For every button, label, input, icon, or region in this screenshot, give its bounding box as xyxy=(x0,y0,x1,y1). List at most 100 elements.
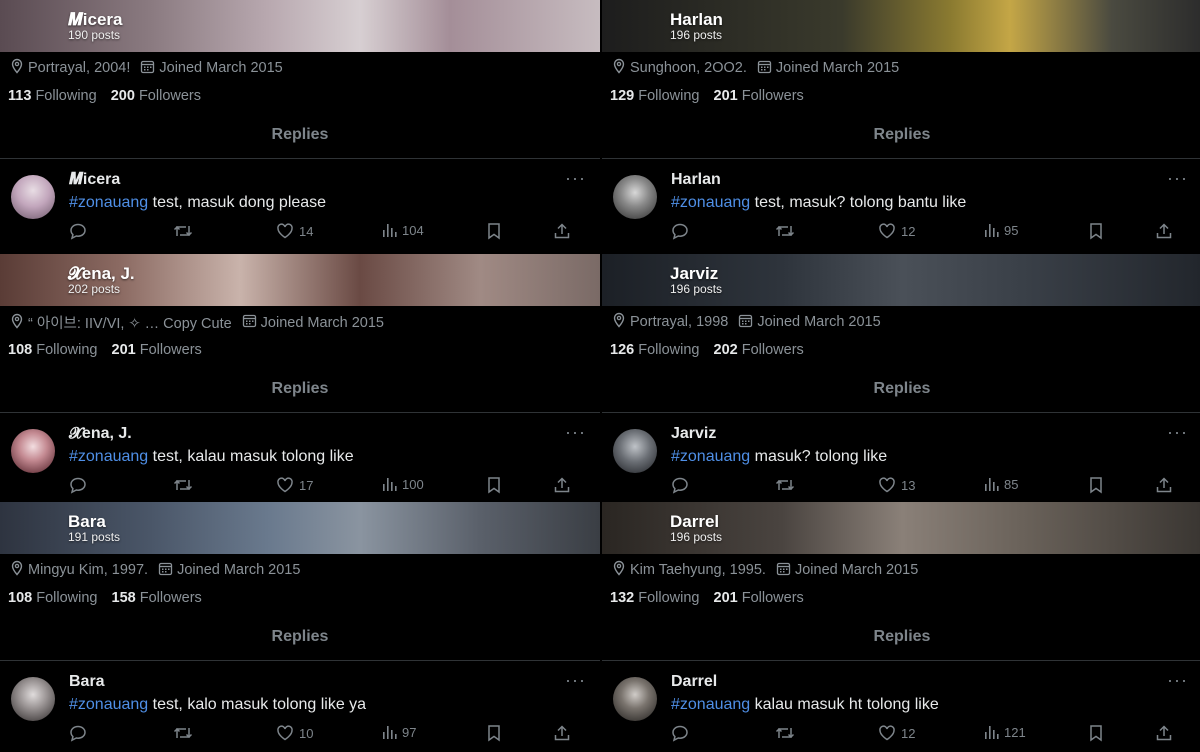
profile-name: 𝑴icera xyxy=(68,10,123,29)
share-button[interactable] xyxy=(553,724,571,742)
profile-meta: Portrayal, 1998 Joined March 2015 xyxy=(612,312,881,332)
repost-button[interactable] xyxy=(775,222,795,240)
bookmark-button[interactable] xyxy=(486,476,502,494)
profile-meta: “ 아이브: IIV/VI, ✧ … Copy Cute Joined Marc… xyxy=(10,312,384,333)
bookmark-button[interactable] xyxy=(1088,222,1104,240)
hashtag-link[interactable]: #zonauang xyxy=(671,696,750,713)
reply-icon xyxy=(672,477,688,494)
like-button[interactable]: 12 xyxy=(878,222,915,240)
share-button[interactable] xyxy=(1155,222,1173,240)
tab-replies[interactable]: Replies xyxy=(602,618,1200,661)
joined-date: Joined March 2015 xyxy=(775,60,900,76)
views-button[interactable]: 100 xyxy=(381,476,424,492)
followers-link[interactable]: 200 Followers xyxy=(111,88,201,104)
share-button[interactable] xyxy=(1155,476,1173,494)
more-options-icon[interactable]: ··· xyxy=(565,168,586,189)
hashtag-link[interactable]: #zonauang xyxy=(69,696,148,713)
profile-banner: Harlan 196 posts xyxy=(602,0,1200,52)
tweet-author-name[interactable]: Bara xyxy=(69,673,105,691)
more-options-icon[interactable]: ··· xyxy=(565,670,586,691)
avatar[interactable] xyxy=(11,429,55,473)
repost-button[interactable] xyxy=(173,724,193,742)
following-link[interactable]: 126 Following xyxy=(610,342,699,358)
tab-replies-label: Replies xyxy=(873,628,931,645)
reply-button[interactable] xyxy=(671,222,689,240)
reply-button[interactable] xyxy=(69,724,87,742)
share-button[interactable] xyxy=(1155,724,1173,742)
tab-replies-label: Replies xyxy=(873,126,931,143)
bookmark-button[interactable] xyxy=(486,724,502,742)
share-icon xyxy=(554,223,570,239)
tab-replies[interactable]: Replies xyxy=(0,618,600,661)
repost-button[interactable] xyxy=(173,476,193,494)
avatar[interactable] xyxy=(11,677,55,721)
bookmark-button[interactable] xyxy=(1088,476,1104,494)
joined-date: Joined March 2015 xyxy=(794,562,919,578)
avatar[interactable] xyxy=(11,175,55,219)
like-button[interactable]: 17 xyxy=(276,476,313,494)
followers-link[interactable]: 201 Followers xyxy=(714,590,804,606)
followers-link[interactable]: 201 Followers xyxy=(714,88,804,104)
calendar-icon xyxy=(738,313,753,332)
hashtag-link[interactable]: #zonauang xyxy=(671,448,750,465)
hashtag-link[interactable]: #zonauang xyxy=(69,194,148,211)
tweet-author-name[interactable]: Jarviz xyxy=(671,425,716,443)
more-options-icon[interactable]: ··· xyxy=(565,422,586,443)
reply-icon xyxy=(672,725,688,742)
views-button[interactable]: 95 xyxy=(983,222,1018,238)
reply-button[interactable] xyxy=(671,476,689,494)
view-count: 97 xyxy=(402,724,417,740)
tweet-author-name[interactable]: 𝑴icera xyxy=(69,171,120,189)
reply-button[interactable] xyxy=(671,724,689,742)
views-button[interactable]: 104 xyxy=(381,222,424,238)
repost-icon xyxy=(173,479,193,491)
joined-date: Joined March 2015 xyxy=(159,60,283,76)
followers-link[interactable]: 201 Followers xyxy=(112,342,202,358)
tab-replies[interactable]: Replies xyxy=(602,116,1200,159)
views-button[interactable]: 85 xyxy=(983,476,1018,492)
location-icon xyxy=(10,58,24,78)
following-link[interactable]: 113 Following xyxy=(8,88,97,104)
tab-replies[interactable]: Replies xyxy=(602,370,1200,413)
tweet-author-name[interactable]: 𝓧ena, J. xyxy=(69,425,132,443)
following-link[interactable]: 108 Following xyxy=(8,342,97,358)
repost-button[interactable] xyxy=(775,724,795,742)
views-button[interactable]: 97 xyxy=(381,724,416,740)
like-button[interactable]: 14 xyxy=(276,222,313,240)
avatar[interactable] xyxy=(613,429,657,473)
like-button[interactable]: 12 xyxy=(878,724,915,742)
following-link[interactable]: 129 Following xyxy=(610,88,699,104)
more-options-icon[interactable]: ··· xyxy=(1167,422,1188,443)
like-button[interactable]: 13 xyxy=(878,476,915,494)
avatar[interactable] xyxy=(613,175,657,219)
tweet-author-name[interactable]: Darrel xyxy=(671,673,717,691)
tweet-text: #zonauang test, kalo masuk tolong like y… xyxy=(69,696,367,713)
following-link[interactable]: 132 Following xyxy=(610,590,699,606)
like-count: 13 xyxy=(901,477,916,493)
bookmark-button[interactable] xyxy=(1088,724,1104,742)
avatar[interactable] xyxy=(613,677,657,721)
bookmark-button[interactable] xyxy=(486,222,502,240)
tab-replies[interactable]: Replies xyxy=(0,370,600,413)
followers-link[interactable]: 202 Followers xyxy=(714,342,804,358)
hashtag-link[interactable]: #zonauang xyxy=(69,448,148,465)
like-button[interactable]: 10 xyxy=(276,724,313,742)
more-options-icon[interactable]: ··· xyxy=(1167,670,1188,691)
reply-button[interactable] xyxy=(69,476,87,494)
hashtag-link[interactable]: #zonauang xyxy=(671,194,750,211)
more-options-icon[interactable]: ··· xyxy=(1167,168,1188,189)
followers-link[interactable]: 158 Followers xyxy=(112,590,202,606)
views-button[interactable]: 121 xyxy=(983,724,1026,740)
repost-button[interactable] xyxy=(173,222,193,240)
share-button[interactable] xyxy=(553,222,571,240)
share-button[interactable] xyxy=(553,476,571,494)
reply-button[interactable] xyxy=(69,222,87,240)
heart-icon xyxy=(879,725,895,741)
repost-button[interactable] xyxy=(775,476,795,494)
bookmark-icon xyxy=(488,223,500,240)
following-link[interactable]: 108 Following xyxy=(8,590,97,606)
tab-replies[interactable]: Replies xyxy=(0,116,600,159)
profile-card-p3: Jarviz 196 posts Portrayal, 1998 Joined … xyxy=(602,254,1200,504)
views-icon xyxy=(383,478,397,491)
tweet-author-name[interactable]: Harlan xyxy=(671,171,721,189)
